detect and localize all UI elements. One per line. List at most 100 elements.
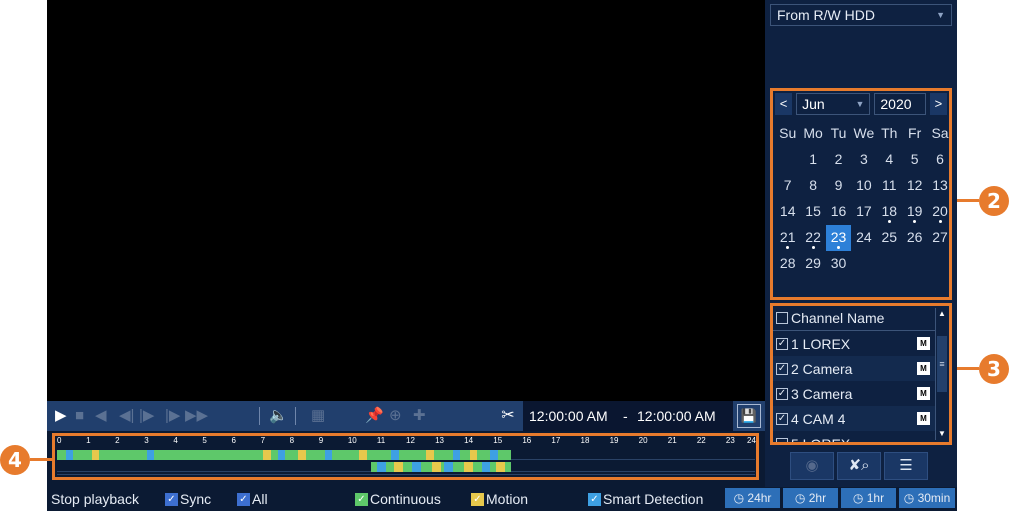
slow-forward-icon[interactable]: |▶ bbox=[165, 406, 180, 426]
divider bbox=[259, 407, 260, 425]
fisheye-icon[interactable]: ✚ bbox=[413, 406, 426, 426]
channel-checkbox[interactable]: ✓ bbox=[776, 337, 788, 350]
calendar-day[interactable]: 11 bbox=[877, 173, 902, 199]
calendar-day[interactable]: 15 bbox=[800, 199, 825, 225]
zoom-icon[interactable]: ⊕ bbox=[389, 406, 402, 426]
weekday-label: Fr bbox=[908, 125, 922, 141]
calendar-day[interactable]: 18 bbox=[877, 199, 902, 225]
timeline-bar[interactable]: 0 1 2 3 4 5 6 7 8 9 10 11 12 13 14 15 16 17 18 19 20 21 22 23 24 bbox=[52, 433, 759, 480]
channel-label: 3 Camera bbox=[791, 385, 853, 402]
event-recording-segment bbox=[426, 450, 434, 460]
all-checkbox[interactable]: ✓ All bbox=[237, 489, 268, 509]
source-dropdown[interactable]: From R/W HDD ▼ bbox=[770, 4, 952, 26]
slow-reverse-icon[interactable]: ◀ bbox=[95, 406, 107, 426]
continuous-legend[interactable]: ✓ Continuous bbox=[355, 489, 441, 509]
timeline-hour-label: 17 bbox=[551, 436, 561, 445]
pin-tag-icon[interactable]: 📌 bbox=[365, 406, 384, 426]
year-field[interactable]: 2020 bbox=[874, 93, 926, 115]
clip-time-range: ✂ 12:00:00 AM - 12:00:00 AM bbox=[493, 401, 733, 431]
timeline-hour-label: 5 bbox=[202, 436, 207, 445]
calendar-day[interactable]: 17 bbox=[851, 199, 876, 225]
range-2hr-button[interactable]: ◷ 2hr bbox=[783, 488, 838, 508]
calendar-day[interactable]: 12 bbox=[902, 173, 927, 199]
scissors-icon[interactable]: ✂ bbox=[493, 401, 523, 431]
time-separator: - bbox=[623, 408, 628, 424]
save-icon[interactable]: 💾 bbox=[737, 404, 761, 428]
range-24hr-button[interactable]: ◷ 24hr bbox=[725, 488, 780, 508]
channel-mode-badge[interactable]: M bbox=[917, 337, 930, 350]
video-viewport[interactable] bbox=[47, 0, 765, 401]
calendar-day[interactable]: 29 bbox=[800, 251, 825, 277]
timeline-hour-label: 15 bbox=[493, 436, 503, 445]
timeline-track-2[interactable] bbox=[57, 462, 755, 472]
channel-mode-badge[interactable]: M bbox=[917, 387, 930, 400]
calendar-day[interactable]: 20 bbox=[927, 199, 952, 225]
channel-row[interactable]: ✓ 1 LOREX M bbox=[773, 331, 936, 356]
channel-mode-badge[interactable]: M bbox=[917, 412, 930, 425]
volume-icon[interactable]: 🔈 bbox=[269, 406, 288, 426]
calendar-day[interactable]: 3 bbox=[851, 147, 876, 173]
range-30min-button[interactable]: ◷ 30min bbox=[899, 488, 955, 508]
channel-row[interactable]: ✓ 3 Camera M bbox=[773, 381, 936, 406]
calendar-day[interactable]: 8 bbox=[800, 173, 825, 199]
month-select[interactable]: Jun ▼ bbox=[796, 93, 871, 115]
calendar-day[interactable]: 21 bbox=[775, 225, 800, 251]
stop-icon[interactable]: ■ bbox=[75, 406, 84, 426]
prev-month-button[interactable]: < bbox=[775, 93, 793, 115]
calendar-day[interactable]: 14 bbox=[775, 199, 800, 225]
smart-detection-legend[interactable]: ✓ Smart Detection bbox=[588, 489, 703, 509]
scroll-up-icon[interactable]: ▲ bbox=[936, 308, 948, 320]
channel-mode-badge[interactable]: M bbox=[917, 362, 930, 375]
calendar-day[interactable]: 30 bbox=[826, 251, 851, 277]
clip-start-time[interactable]: 12:00:00 AM bbox=[529, 401, 608, 431]
calendar-day[interactable]: 26 bbox=[902, 225, 927, 251]
play-icon[interactable]: ▶ bbox=[55, 406, 67, 426]
calendar-day[interactable]: 24 bbox=[851, 225, 876, 251]
calendar-day[interactable]: 2 bbox=[826, 147, 851, 173]
frame-back-icon[interactable]: ◀| bbox=[119, 406, 134, 426]
channel-row[interactable]: ✓ 2 Camera M bbox=[773, 356, 936, 381]
channel-row[interactable]: 5 LOREX bbox=[773, 431, 936, 442]
channel-scrollbar[interactable]: ▲ ≡ ▼ bbox=[935, 308, 947, 440]
range-1hr-button[interactable]: ◷ 1hr bbox=[841, 488, 896, 508]
calendar-day[interactable]: 6 bbox=[927, 147, 952, 173]
clip-end-time[interactable]: 12:00:00 AM bbox=[637, 401, 716, 431]
calendar-day[interactable]: 4 bbox=[877, 147, 902, 173]
playback-controls-bar: ▶ ■ ◀ ◀| |▶ |▶ ▶▶ 🔈 ▦ 📌 ⊕ ✚ ✂ 12:00:00 A… bbox=[47, 401, 765, 431]
calendar-day[interactable]: 7 bbox=[775, 173, 800, 199]
calendar-day[interactable]: 23 bbox=[825, 225, 852, 251]
calendar-day[interactable]: 25 bbox=[877, 225, 902, 251]
fisheye-mode-button[interactable]: ◉ bbox=[790, 452, 834, 480]
channel-checkbox[interactable]: ✓ bbox=[776, 412, 788, 425]
callout-leader bbox=[957, 199, 979, 202]
select-all-checkbox[interactable] bbox=[776, 312, 788, 324]
next-month-button[interactable]: > bbox=[929, 93, 947, 115]
timeline-hour-label: 4 bbox=[173, 436, 178, 445]
stop-playback-label[interactable]: Stop playback bbox=[51, 489, 139, 509]
grid-layout-icon[interactable]: ▦ bbox=[311, 406, 325, 426]
calendar-day[interactable]: 9 bbox=[826, 173, 851, 199]
channel-row[interactable]: ✓ 4 CAM 4 M bbox=[773, 406, 936, 431]
channel-checkbox[interactable]: ✓ bbox=[776, 387, 788, 400]
sync-checkbox[interactable]: ✓ Sync bbox=[165, 489, 211, 509]
calendar-day[interactable]: 22 bbox=[800, 225, 825, 251]
calendar-day[interactable]: 13 bbox=[927, 173, 952, 199]
calendar-day[interactable]: 28 bbox=[775, 251, 800, 277]
channel-checkbox[interactable] bbox=[776, 437, 788, 442]
file-list-button[interactable]: ☰ bbox=[884, 452, 928, 480]
calendar-day[interactable]: 5 bbox=[902, 147, 927, 173]
calendar-day[interactable]: 10 bbox=[851, 173, 876, 199]
timeline-track-1[interactable] bbox=[57, 450, 755, 460]
channel-checkbox[interactable]: ✓ bbox=[776, 362, 788, 375]
smart-search-button[interactable]: ✘⌕ bbox=[837, 452, 881, 480]
scroll-down-icon[interactable]: ▼ bbox=[936, 428, 948, 440]
calendar-day[interactable]: 19 bbox=[902, 199, 927, 225]
calendar-day[interactable]: 27 bbox=[927, 225, 952, 251]
scroll-thumb[interactable]: ≡ bbox=[937, 336, 947, 392]
fast-forward-icon[interactable]: ▶▶ bbox=[185, 406, 208, 426]
calendar-day[interactable]: 1 bbox=[800, 147, 825, 173]
motion-legend[interactable]: ✓ Motion bbox=[471, 489, 528, 509]
calendar-day[interactable]: 16 bbox=[826, 199, 851, 225]
channel-list-header[interactable]: Channel Name bbox=[773, 306, 936, 331]
frame-forward-icon[interactable]: |▶ bbox=[139, 406, 154, 426]
